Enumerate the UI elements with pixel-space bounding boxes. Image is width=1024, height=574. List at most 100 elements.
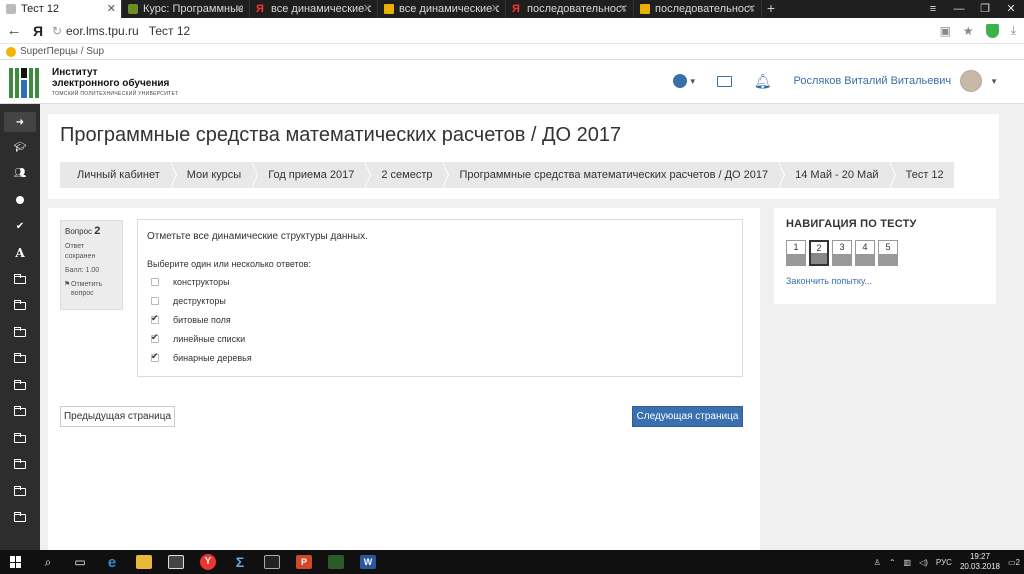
sidebar-item-folder[interactable] [0, 505, 40, 532]
checkbox-checked[interactable] [151, 313, 159, 324]
language-indicator[interactable]: РУС [936, 558, 952, 567]
avatar[interactable] [960, 70, 983, 92]
checkbox-checked[interactable] [151, 332, 159, 343]
close-tab-icon[interactable]: ✕ [363, 2, 372, 15]
sidebar-item-folder[interactable] [0, 293, 40, 320]
sidebar-item-folder[interactable] [0, 267, 40, 294]
chevron-up-icon[interactable]: ⌃ [889, 558, 896, 567]
notification-icon[interactable]: ▭2 [1008, 558, 1020, 567]
answer-option[interactable]: битовые поля [151, 310, 252, 329]
sidebar-item-folder[interactable] [0, 452, 40, 479]
flag-icon: ⚑ [64, 281, 71, 288]
start-button[interactable] [0, 550, 32, 574]
browser-tab-search4[interactable]: последовательность выполн ✕ [634, 0, 762, 18]
breadcrumb-item-dashboard[interactable]: Личный кабинет [60, 162, 177, 188]
star-icon[interactable]: ★ [963, 24, 974, 38]
mail-icon[interactable] [716, 75, 732, 87]
browser-tab-test12[interactable]: Тест 12 ✕ [0, 0, 122, 18]
reader-icon[interactable]: ▣ [940, 24, 951, 38]
menu-icon[interactable]: ≡ [920, 0, 946, 18]
powerpoint-icon[interactable]: P [288, 550, 320, 574]
shield-icon[interactable] [985, 23, 999, 38]
answer-option[interactable]: деструкторы [151, 291, 252, 310]
bookmark-item[interactable]: SuperПерцы / Sup [20, 46, 104, 57]
restore-icon[interactable]: ❐ [972, 0, 998, 18]
yandex-logo[interactable]: Я [28, 23, 48, 39]
user-name[interactable]: Росляков Виталий Витальевич [794, 75, 952, 87]
sidebar-item-folder[interactable] [0, 373, 40, 400]
close-tab-icon[interactable]: ✕ [107, 2, 116, 15]
sidebar-item-participants[interactable]: 👥︎ [0, 161, 40, 188]
answer-option[interactable]: линейные списки [151, 329, 252, 348]
sidebar-item-folder[interactable] [0, 320, 40, 347]
sidebar-item-folder[interactable] [0, 479, 40, 506]
nav-question-1[interactable]: 1 [786, 240, 806, 266]
browser-tab-search3[interactable]: Я последовательность выполн ✕ [506, 0, 634, 18]
nav-question-4[interactable]: 4 [855, 240, 875, 266]
edge-icon[interactable]: e [96, 550, 128, 574]
sidebar-item-badges[interactable] [0, 187, 40, 214]
breadcrumb-item-year[interactable]: Год приема 2017 [251, 162, 372, 188]
nav-question-5[interactable]: 5 [878, 240, 898, 266]
search-icon[interactable]: ⌕ [32, 550, 64, 574]
answer-option[interactable]: конструкторы [151, 272, 252, 291]
chevron-down-icon[interactable]: ▼ [990, 77, 998, 86]
clock[interactable]: 19:27 20.03.2018 [960, 552, 1000, 572]
checkbox[interactable] [151, 296, 159, 305]
browser-tab-search1[interactable]: Я все динамические структуры ✕ [250, 0, 378, 18]
sidebar-item-folder[interactable] [0, 426, 40, 453]
institute-logo[interactable] [8, 67, 40, 99]
system-tray: ♙ ⌃ ▥ ◁) РУС 19:27 20.03.2018 ▭2 [874, 552, 1024, 572]
url-field[interactable]: eor.lms.tpu.ru [66, 24, 139, 38]
sidebar-item-folder[interactable] [0, 346, 40, 373]
folder-icon [14, 432, 26, 443]
minimize-icon[interactable]: — [946, 0, 972, 18]
close-tab-icon[interactable]: ✕ [619, 2, 628, 15]
sidebar-item-courses[interactable]: 🎓︎ [0, 134, 40, 161]
new-tab-button[interactable]: + [762, 0, 780, 18]
flag-question-button[interactable]: ⚑ Отметить вопрос [64, 280, 118, 298]
finish-attempt-link[interactable]: Закончить попытку... [786, 276, 872, 286]
user-icon[interactable]: ♙ [874, 558, 881, 567]
next-page-button[interactable]: Следующая страница [632, 406, 743, 427]
bell-icon[interactable]: 🔔︎ [754, 73, 772, 90]
folder-icon [14, 459, 26, 470]
download-icon[interactable]: ⤓ [1011, 23, 1016, 38]
sidebar-item-grades[interactable]: A [0, 240, 40, 267]
answer-option[interactable]: бинарные деревья [151, 348, 252, 367]
breadcrumb-item-week[interactable]: 14 Май - 20 Май [778, 162, 897, 188]
yandex-browser-icon[interactable]: Y [192, 550, 224, 574]
task-view-icon[interactable]: ▭ [64, 550, 96, 574]
nav-question-3[interactable]: 3 [832, 240, 852, 266]
close-tab-icon[interactable]: ✕ [747, 2, 756, 15]
language-globe-icon[interactable] [672, 74, 687, 88]
breadcrumb-item-my-courses[interactable]: Мои курсы [170, 162, 259, 188]
media-icon[interactable] [256, 550, 288, 574]
close-tab-icon[interactable]: ✕ [235, 2, 244, 15]
volume-icon[interactable]: ◁) [919, 558, 928, 567]
reload-icon[interactable]: ↻ [48, 24, 66, 38]
sidebar-toggle[interactable]: ➜ [4, 112, 36, 132]
checkbox[interactable] [151, 277, 159, 286]
nav-question-2[interactable]: 2 [809, 240, 829, 266]
address-bar: ← Я ↻ eor.lms.tpu.ru Тест 12 ▣ ★ ⤓ [0, 18, 1024, 44]
visual-studio-icon[interactable]: Σ [224, 550, 256, 574]
browser-tab-search2[interactable]: все динамические структуры ✕ [378, 0, 506, 18]
network-icon[interactable]: ▥ [904, 558, 912, 567]
previous-page-button[interactable]: Предыдущая страница [60, 406, 175, 427]
breadcrumb-item-course[interactable]: Программные средства математических расч… [442, 162, 785, 188]
game-icon[interactable] [320, 550, 352, 574]
close-tab-icon[interactable]: ✕ [491, 2, 500, 15]
back-arrow-icon[interactable]: ← [0, 22, 28, 39]
store-icon[interactable] [160, 550, 192, 574]
breadcrumb-item-test[interactable]: Тест 12 [889, 162, 954, 188]
close-window-icon[interactable]: ✕ [998, 0, 1024, 18]
word-icon[interactable]: W [352, 550, 384, 574]
breadcrumb-item-semester[interactable]: 2 семестр [364, 162, 450, 188]
file-explorer-icon[interactable] [128, 550, 160, 574]
chevron-down-icon[interactable]: ▼ [689, 77, 697, 86]
sidebar-item-competencies[interactable]: ✔ [0, 214, 40, 241]
sidebar-item-folder[interactable] [0, 399, 40, 426]
browser-tab-course[interactable]: Курс: Программные средства ✕ [122, 0, 250, 18]
checkbox-checked[interactable] [151, 351, 159, 362]
